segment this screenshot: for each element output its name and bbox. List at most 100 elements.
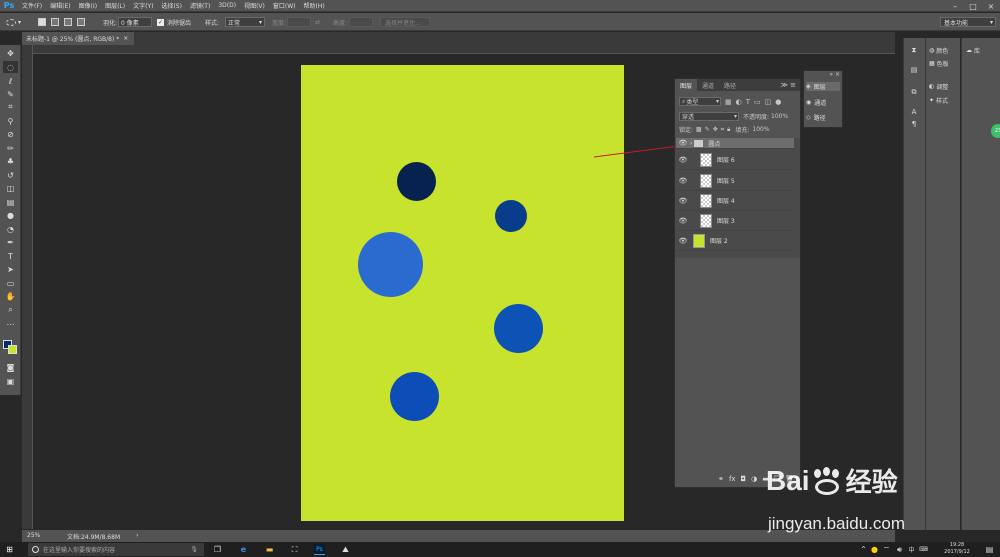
eyedropper-tool-icon[interactable]: ⚲: [3, 115, 18, 127]
zoom-level[interactable]: 25%: [27, 532, 40, 539]
expand-arrow-icon[interactable]: ›: [690, 140, 692, 147]
maximize-icon[interactable]: □: [964, 0, 982, 12]
layer-row[interactable]: 👁︎ 图层 2: [676, 231, 794, 251]
paragraph-icon[interactable]: ¶: [910, 120, 918, 128]
filter-type-icon[interactable]: T: [746, 98, 750, 106]
dock-swatches[interactable]: ▦ 色板: [929, 59, 949, 68]
type-tool-icon[interactable]: T: [3, 250, 18, 262]
more-tools-icon[interactable]: ⋯: [3, 318, 18, 330]
status-menu-icon[interactable]: ›: [136, 532, 138, 539]
dock-libraries[interactable]: ☁︎ 库: [966, 46, 980, 55]
path-select-tool-icon[interactable]: ➤: [3, 263, 18, 275]
panel-menu-icon[interactable]: ≫ ≡: [781, 79, 800, 91]
filter-smart-icon[interactable]: ◫: [765, 98, 772, 106]
menu-edit[interactable]: 编辑(E): [46, 1, 74, 10]
file-explorer-icon[interactable]: ▬: [264, 544, 275, 555]
elliptical-marquee-tool-icon[interactable]: ◌: [3, 61, 18, 73]
green-badge[interactable]: 23: [991, 124, 1000, 138]
taskbar-search[interactable]: 在这里输入你要搜索的内容 🎙︎: [28, 543, 204, 556]
dodge-tool-icon[interactable]: ◔: [3, 223, 18, 235]
menu-layer[interactable]: 图层(L): [101, 1, 129, 10]
hand-tool-icon[interactable]: ✋: [3, 290, 18, 302]
photos-app-icon[interactable]: ⛰: [340, 544, 351, 555]
ime-indicator[interactable]: 中: [906, 544, 917, 555]
volume-icon[interactable]: 🔊︎: [894, 544, 905, 555]
shape-tool-icon[interactable]: ▭: [3, 277, 18, 289]
eye-icon[interactable]: 👁︎: [676, 217, 690, 225]
layer-filter-select[interactable]: ⌕ 类型 ▾: [679, 97, 721, 106]
document-tab[interactable]: 未标题-1 @ 25% (圆点, RGB/8) * ×: [22, 32, 134, 45]
tab-channels[interactable]: 通道: [697, 79, 719, 91]
layer-row[interactable]: 👁︎ 图层 6: [676, 150, 794, 170]
layer-row-group[interactable]: 👁︎ › 圆点: [676, 138, 794, 149]
workspace-select[interactable]: 基本功能 ▾: [940, 17, 996, 27]
close-tab-icon[interactable]: ×: [123, 35, 128, 42]
select-and-mask-button[interactable]: 选择并遮住...: [380, 17, 430, 27]
screen-mode-icon[interactable]: ▣: [3, 375, 18, 387]
lasso-tool-icon[interactable]: ℓ: [3, 75, 18, 87]
menu-window[interactable]: 窗口(W): [269, 1, 300, 10]
network-icon[interactable]: ⌔: [881, 544, 892, 555]
marquee-tool-preset[interactable]: ▾: [6, 17, 21, 27]
gradient-tool-icon[interactable]: ▤: [3, 196, 18, 208]
character-icon[interactable]: A: [910, 108, 918, 116]
pen-tool-icon[interactable]: ✒: [3, 236, 18, 248]
layer-style-icon[interactable]: fx: [729, 475, 736, 483]
lock-position-icon[interactable]: ✥: [713, 126, 718, 133]
layer-row[interactable]: 👁︎ 图层 4: [676, 191, 794, 211]
menu-help[interactable]: 帮助(H): [300, 1, 329, 10]
eye-icon[interactable]: 👁︎: [676, 177, 690, 185]
lock-artboard-icon[interactable]: ⌗: [721, 126, 724, 134]
swap-icon[interactable]: ⇄: [315, 17, 320, 27]
dock-styles[interactable]: ✦ 样式: [929, 96, 948, 105]
lock-transparent-icon[interactable]: ▩: [696, 126, 702, 133]
healing-brush-icon[interactable]: ⊘: [3, 128, 18, 140]
antialias-checkbox[interactable]: ✓ 消除锯齿: [157, 17, 191, 27]
store-icon[interactable]: ⛶: [289, 544, 300, 555]
menu-type[interactable]: 文字(Y): [129, 1, 157, 10]
close-icon[interactable]: ×: [982, 0, 1000, 12]
height-input[interactable]: [349, 17, 373, 27]
fill-value[interactable]: 100%: [752, 126, 769, 133]
document-info[interactable]: 文档:24.9M/8.68M: [67, 532, 120, 541]
filter-pixel-icon[interactable]: ▦: [725, 98, 732, 106]
history-brush-icon[interactable]: ↺: [3, 169, 18, 181]
properties-icon[interactable]: ▤: [910, 66, 918, 74]
layer-row[interactable]: 👁︎ 图层 5: [676, 171, 794, 191]
width-input[interactable]: [287, 17, 311, 27]
lock-paint-icon[interactable]: ✎: [705, 126, 710, 133]
mini-tab-layers[interactable]: ◈ 图层: [806, 82, 840, 91]
filter-shape-icon[interactable]: ▭: [754, 98, 761, 106]
subtract-selection-icon[interactable]: [64, 18, 72, 26]
new-selection-icon[interactable]: [38, 18, 46, 26]
minimize-icon[interactable]: –: [946, 0, 964, 12]
menu-view[interactable]: 视图(V): [240, 1, 269, 10]
zoom-tool-icon[interactable]: ⌕: [3, 304, 18, 316]
tab-paths[interactable]: 路径: [719, 79, 741, 91]
crop-tool-icon[interactable]: ⌗: [3, 101, 18, 113]
feather-input[interactable]: 0 像素: [118, 17, 152, 27]
opacity-value[interactable]: 100%: [771, 113, 788, 120]
filter-adjust-icon[interactable]: ◐: [736, 98, 742, 106]
style-select[interactable]: 正常 ▾: [225, 17, 265, 27]
quick-mask-icon[interactable]: ◙: [3, 361, 18, 373]
brush-tool-icon[interactable]: ✏: [3, 142, 18, 154]
tab-layers[interactable]: 图层: [675, 79, 698, 91]
layer-row[interactable]: 👁︎ 图层 3: [676, 211, 794, 231]
dock-color[interactable]: ◍ 颜色: [929, 46, 948, 55]
menu-file[interactable]: 文件(F): [18, 1, 46, 10]
history-icon[interactable]: ⧗: [910, 46, 918, 54]
menu-filter[interactable]: 滤镜(T): [186, 1, 214, 10]
edge-browser-icon[interactable]: e: [238, 544, 249, 555]
windows-start-icon[interactable]: ⊞: [4, 544, 15, 555]
photoshop-taskbar-icon[interactable]: Ps: [314, 544, 325, 555]
eye-icon[interactable]: 👁︎: [676, 197, 690, 205]
document-canvas[interactable]: [301, 65, 624, 521]
notification-icon[interactable]: ▤: [984, 544, 995, 555]
eye-icon[interactable]: 👁︎: [676, 156, 690, 164]
eraser-tool-icon[interactable]: ◫: [3, 182, 18, 194]
microphone-icon[interactable]: 🎙︎: [190, 546, 198, 553]
eye-icon[interactable]: 👁︎: [676, 237, 690, 245]
dock-adjustments[interactable]: ◐ 调整: [929, 82, 948, 91]
new-adjustment-icon[interactable]: ◑: [751, 475, 757, 483]
